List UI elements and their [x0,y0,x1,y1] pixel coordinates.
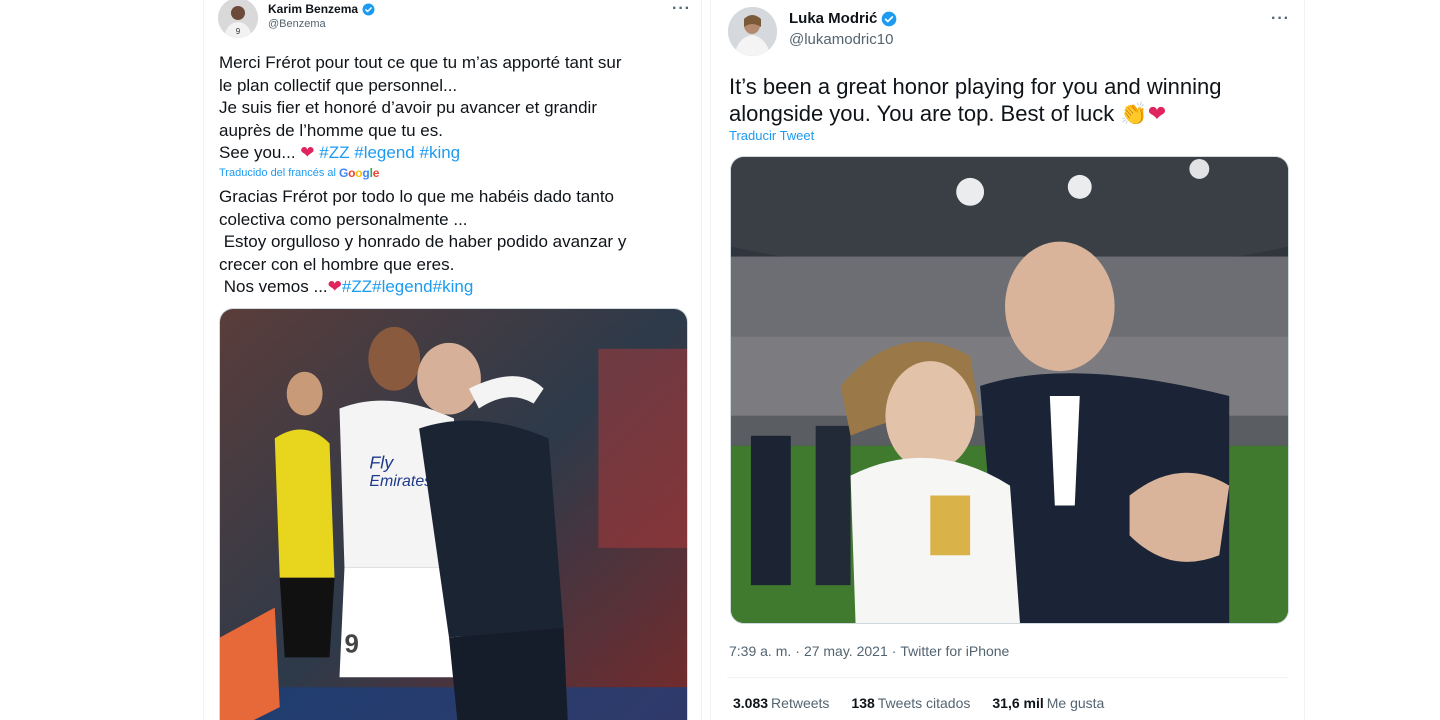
author-handle[interactable]: @lukamodric10 [789,31,893,48]
nos-vemos-text: Nos vemos ... [219,277,328,296]
heart-icon: ❤ [300,143,315,162]
tweet-line: Merci Frérot pour tout ce que tu m’as ap… [219,53,622,72]
quote-tweets-stat[interactable]: 138 Tweets citados [851,695,970,711]
svg-text:Fly: Fly [369,452,394,472]
hashtag-king[interactable]: #king [433,277,474,296]
likes-count: 31,6 mil [992,695,1044,711]
tweet-date[interactable]: 27 may. 2021 [804,643,888,659]
tweet-line: Je suis fier et honoré d’avoir pu avance… [219,98,597,117]
retweets-label: Retweets [771,695,830,711]
clap-heart-emoji-icons: 👏❤ [1120,101,1167,126]
tweet-modric: Luka Modrić @lukamodric10 ··· It’s been … [710,0,1305,720]
translation-line: Gracias Frérot por todo lo que me habéis… [219,187,615,206]
tweet-line: le plan collectif que personnel... [219,75,458,95]
tweet-client[interactable]: Twitter for iPhone [900,643,1009,659]
hashtag-zz[interactable]: #ZZ [319,143,349,162]
retweets-count: 3.083 [733,695,769,711]
svg-text:9: 9 [344,630,358,658]
translated-label: Traducido del francés al [219,167,336,179]
translation-line: Estoy orgulloso y honrado de haber podid… [219,232,627,251]
tweet-photo[interactable]: Fly Emirates 9 [219,308,688,720]
meta-separator: · [795,643,800,659]
author-name-row[interactable]: Karim Benzema [268,2,375,16]
divider [727,677,1288,678]
see-you-text: See you... [219,143,301,162]
verified-badge-icon [881,11,897,27]
translate-tweet-link[interactable]: Traducir Tweet [729,128,814,143]
verified-badge-icon [362,3,375,16]
retweets-stat[interactable]: 3.083 Retweets [733,695,829,711]
likes-stat[interactable]: 31,6 mil Me gusta [992,695,1104,711]
author-name-row[interactable]: Luka Modrić [789,10,897,27]
quote-tweets-count: 138 [851,695,875,711]
author-name[interactable]: Luka Modrić [789,10,877,27]
avatar[interactable]: 9 [218,0,258,38]
author-handle[interactable]: @Benzema [268,18,326,30]
hashtag-legend[interactable]: #legend [372,277,433,296]
tweet-photo[interactable] [730,156,1289,624]
translation-line: crecer con el hombre que eres. [219,254,455,274]
tweet-time[interactable]: 7:39 a. m. [729,643,791,659]
heart-icon: ❤ [327,277,342,296]
more-options-icon[interactable]: ··· [672,0,691,18]
tweet-benzema: 9 Karim Benzema @Benzema ··· Merci Fréro… [203,0,702,720]
translation-line: colectiva como personalmente ... [219,209,468,229]
quote-tweets-label: Tweets citados [877,695,971,711]
hashtag-legend[interactable]: #legend [354,143,415,162]
translation-text: Gracias Frérot por todo lo que me habéis… [219,186,626,299]
translation-line-hashtags: Nos vemos ...❤#ZZ#legend#king [219,276,626,299]
hashtag-king[interactable]: #king [419,143,460,162]
tweet-text: It’s been a great honor playing for you … [729,73,1222,127]
tweet-line: auprès de l’homme que tu es. [219,120,443,140]
likes-label: Me gusta [1046,695,1105,711]
tweet-line-hashtags: See you... ❤ #ZZ #legend #king [219,142,622,165]
more-options-icon[interactable]: ··· [1271,10,1290,28]
translated-by-google[interactable]: Traducido del francés al Google [219,166,379,180]
hashtag-zz[interactable]: #ZZ [342,277,372,296]
avatar[interactable] [728,7,777,56]
tweet-text: Merci Frérot pour tout ce que tu m’as ap… [219,52,622,165]
google-logo: Google [339,166,380,180]
tweet-line: It’s been a great honor playing for you … [729,74,1222,99]
meta-separator: · [891,643,897,659]
tweet-stats: 3.083 Retweets 138 Tweets citados 31,6 mil… [733,695,1104,711]
tweet-line: alongside you. You are top. Best of luck… [729,100,1222,127]
tweet-timestamp: 7:39 a. m. · 27 may. 2021 · Twitter for iPho… [729,643,1009,659]
tweet-line-text: alongside you. You are top. Best of luck [729,101,1121,126]
svg-text:Emirates: Emirates [369,473,432,490]
svg-text:9: 9 [236,27,241,36]
author-name[interactable]: Karim Benzema [268,2,358,16]
